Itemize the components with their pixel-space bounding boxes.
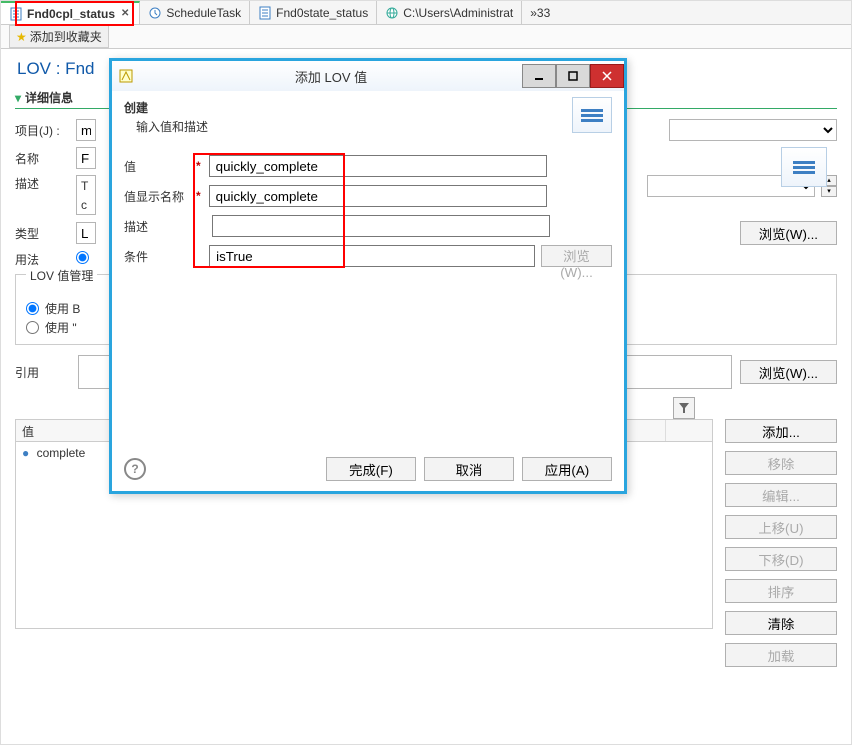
clear-button[interactable]: 清除	[725, 611, 837, 635]
tab-label: Fnd0state_status	[276, 6, 368, 20]
close-button[interactable]	[590, 64, 624, 88]
label-value: 值	[124, 158, 192, 175]
panel-decor-icon	[781, 147, 827, 187]
item-select[interactable]	[669, 119, 837, 141]
edit-button[interactable]: 编辑...	[725, 483, 837, 507]
usage-radio[interactable]	[76, 251, 89, 264]
tab-path[interactable]: C:\Users\Administrat	[377, 1, 522, 24]
doc-icon	[258, 6, 272, 20]
label-disp: 值显示名称	[124, 188, 192, 205]
tab-fnd0cpl[interactable]: Fnd0cpl_status ✕	[1, 1, 140, 24]
label-desc: 描述	[15, 175, 70, 192]
lov-group-title: LOV 值管理	[26, 267, 97, 284]
movedown-button[interactable]: 下移(D)	[725, 547, 837, 571]
radio-use-q[interactable]	[26, 321, 39, 334]
label-item: 项目(J) :	[15, 122, 70, 139]
label-cond: 条件	[124, 248, 189, 265]
radio-use-b[interactable]	[26, 302, 39, 315]
required-icon: *	[196, 159, 201, 173]
dialog-title: 添加 LOV 值	[140, 67, 522, 86]
tab-label: ScheduleTask	[166, 6, 241, 20]
type-input[interactable]	[76, 222, 96, 244]
required-icon: *	[196, 189, 201, 203]
browse-type-button[interactable]: 浏览(W)...	[740, 221, 837, 245]
sort-button[interactable]: 排序	[725, 579, 837, 603]
globe-icon	[385, 6, 399, 20]
label-usage: 用法	[15, 251, 70, 268]
doc-icon	[9, 7, 23, 21]
browse-cond-button[interactable]: 浏览(W)...	[541, 245, 612, 267]
tab-label: Fnd0cpl_status	[27, 7, 115, 21]
load-button[interactable]: 加载	[725, 643, 837, 667]
moveup-button[interactable]: 上移(U)	[725, 515, 837, 539]
chevron-down-icon: ▾	[15, 91, 21, 105]
filter-icon	[678, 402, 690, 414]
close-icon[interactable]: ✕	[119, 8, 131, 19]
favorites-bar: ★ 添加到收藏夹	[1, 25, 851, 49]
remove-button[interactable]: 移除	[725, 451, 837, 475]
add-favorite-button[interactable]: ★ 添加到收藏夹	[9, 25, 109, 48]
label-desc: 描述	[124, 218, 192, 235]
minimize-button[interactable]	[522, 64, 556, 88]
value-input[interactable]	[209, 155, 547, 177]
cond-input[interactable]	[209, 245, 535, 267]
desc-input-vis[interactable]: T c	[76, 175, 96, 215]
name-input[interactable]	[76, 147, 96, 169]
label-name: 名称	[15, 150, 70, 167]
maximize-button[interactable]	[556, 64, 590, 88]
browse-ref-button[interactable]: 浏览(W)...	[740, 360, 837, 384]
star-icon: ★	[16, 30, 27, 44]
sched-icon	[148, 6, 162, 20]
create-sub: 输入值和描述	[136, 118, 612, 135]
filter-button[interactable]	[673, 397, 695, 419]
wizard-icon	[118, 68, 134, 84]
label-type: 类型	[15, 225, 70, 242]
help-button[interactable]: ?	[124, 458, 146, 480]
label-ref: 引用	[15, 364, 70, 381]
tab-overflow[interactable]: »33	[522, 1, 558, 24]
cancel-button[interactable]: 取消	[424, 457, 514, 481]
tab-fnd0state[interactable]: Fnd0state_status	[250, 1, 377, 24]
apply-button[interactable]: 应用(A)	[522, 457, 612, 481]
spinner-down[interactable]: ▾	[821, 186, 837, 197]
add-button[interactable]: 添加...	[725, 419, 837, 443]
dialog-titlebar[interactable]: 添加 LOV 值	[112, 61, 624, 91]
tabstrip: Fnd0cpl_status ✕ ScheduleTask Fnd0state_…	[1, 1, 851, 25]
displayname-input[interactable]	[209, 185, 547, 207]
add-lov-value-dialog: 添加 LOV 值 创建 输入值和描述 值 * 值显示名称	[109, 58, 627, 494]
desc-input[interactable]	[212, 215, 550, 237]
panel-decor-icon	[572, 97, 612, 133]
tab-scheduletask[interactable]: ScheduleTask	[140, 1, 250, 24]
create-heading: 创建	[124, 99, 612, 116]
finish-button[interactable]: 完成(F)	[326, 457, 416, 481]
table-side-buttons: 添加... 移除 编辑... 上移(U) 下移(D) 排序 清除 加载	[725, 419, 837, 667]
item-input[interactable]	[76, 119, 96, 141]
tab-label: C:\Users\Administrat	[403, 6, 513, 20]
bullet-icon: ●	[22, 446, 29, 460]
